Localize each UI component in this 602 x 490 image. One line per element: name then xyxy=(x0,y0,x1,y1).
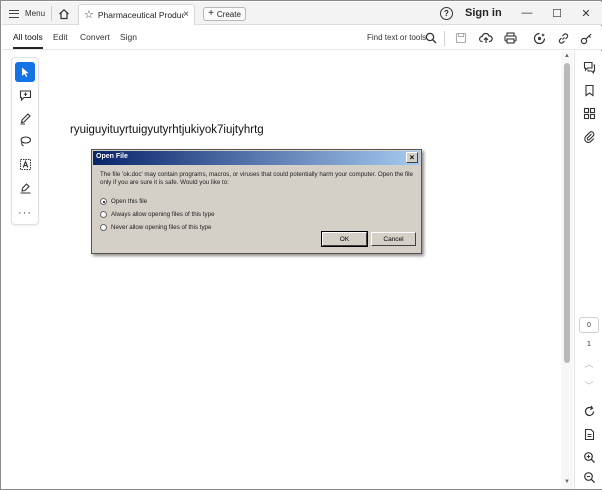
thumbnails-panel-icon[interactable] xyxy=(581,105,597,121)
find-tools-label[interactable]: Find text or tools xyxy=(367,33,426,42)
lasso-tool-button[interactable] xyxy=(15,131,35,151)
tab-all-tools[interactable]: All tools xyxy=(13,32,43,42)
link-icon[interactable] xyxy=(556,31,570,45)
menu-label: Menu xyxy=(25,9,46,18)
home-button[interactable] xyxy=(55,5,73,22)
minimize-button[interactable]: — xyxy=(518,5,536,21)
app-window: Menu ☆ Pharmaceutical Product... × + Cre… xyxy=(0,0,602,490)
rotate-icon[interactable] xyxy=(581,403,597,419)
text-box-tool-button[interactable] xyxy=(15,154,35,174)
comments-panel-icon[interactable] xyxy=(581,59,597,75)
radio-button[interactable] xyxy=(100,224,107,231)
title-bar: Menu ☆ Pharmaceutical Product... × + Cre… xyxy=(2,2,602,25)
tab-edit[interactable]: Edit xyxy=(53,32,68,42)
chevron-up-icon[interactable]: ︿ xyxy=(581,357,597,370)
save-icon[interactable] xyxy=(454,31,468,45)
dialog-title-bar[interactable]: Open File × xyxy=(93,151,420,165)
dialog-title: Open File xyxy=(96,153,128,160)
option-always-allow[interactable]: Always allow opening files of this type xyxy=(100,211,215,218)
tab-sign[interactable]: Sign xyxy=(120,32,137,42)
create-button[interactable]: + Create xyxy=(203,7,246,21)
key-icon[interactable] xyxy=(579,31,593,45)
pen-icon xyxy=(20,112,31,124)
dialog-close-button[interactable]: × xyxy=(406,152,418,163)
document-tab[interactable]: ☆ Pharmaceutical Product... × xyxy=(78,4,195,25)
maximize-button[interactable]: ☐ xyxy=(548,5,566,21)
draw-tool-button[interactable] xyxy=(15,108,35,128)
sign-pen-icon xyxy=(20,182,30,193)
lasso-icon xyxy=(20,135,31,146)
fill-sign-tool-button[interactable] xyxy=(15,177,35,197)
scroll-up-arrow-icon[interactable]: ▲ xyxy=(563,53,571,59)
tool-rail: ··· xyxy=(11,57,39,225)
option-label: Open this file xyxy=(111,198,148,205)
create-label: Create xyxy=(216,9,241,19)
zoom-out-icon[interactable] xyxy=(581,469,597,485)
ai-assistant-icon[interactable] xyxy=(532,31,546,45)
cancel-button[interactable]: Cancel xyxy=(371,232,416,246)
cursor-icon xyxy=(22,67,29,77)
radio-button[interactable] xyxy=(100,198,107,205)
option-label: Always allow opening files of this type xyxy=(111,211,215,218)
print-icon[interactable] xyxy=(503,31,517,45)
bookmark-panel-icon[interactable] xyxy=(581,82,597,98)
select-tool-button[interactable] xyxy=(15,62,35,82)
home-icon xyxy=(59,8,69,19)
sign-in-button[interactable]: Sign in xyxy=(465,7,502,19)
star-icon[interactable]: ☆ xyxy=(84,9,94,21)
chevron-down-icon[interactable]: ﹀ xyxy=(581,379,597,392)
dialog-message: The file 'ok.doc' may contain programs, … xyxy=(100,171,413,186)
active-tab-indicator xyxy=(13,47,43,49)
search-icon[interactable] xyxy=(424,31,438,45)
option-never-allow[interactable]: Never allow opening files of this type xyxy=(100,224,211,231)
tab-close-icon[interactable]: × xyxy=(183,9,189,20)
scrollbar-thumb[interactable] xyxy=(564,63,570,363)
tab-title: Pharmaceutical Product... xyxy=(97,10,184,20)
page-display-icon[interactable] xyxy=(581,426,597,442)
right-panel-rail: 0 1 ︿ ﹀ xyxy=(574,51,602,489)
help-icon[interactable]: ? xyxy=(440,7,453,20)
option-open-this-file[interactable]: Open this file xyxy=(100,198,147,205)
menu-bar: All tools Edit Convert Sign Find text or… xyxy=(2,26,602,50)
plus-icon: + xyxy=(208,8,214,19)
open-file-dialog: Open File × The file 'ok.doc' may contai… xyxy=(91,149,422,254)
close-window-button[interactable]: ✕ xyxy=(577,5,595,21)
add-comment-tool-button[interactable] xyxy=(15,85,35,105)
cloud-upload-icon[interactable] xyxy=(479,31,493,45)
divider xyxy=(444,31,445,46)
option-label: Never allow opening files of this type xyxy=(111,224,212,231)
tab-convert[interactable]: Convert xyxy=(80,32,110,42)
document-text: ryuiguyituyrtuigyutyrhtjukiyok7iujtyhrtg xyxy=(70,124,264,136)
text-box-icon xyxy=(19,158,31,170)
menu-button[interactable]: Menu xyxy=(9,5,45,22)
attachment-panel-icon[interactable] xyxy=(581,128,597,144)
divider xyxy=(51,6,52,21)
more-tools-button[interactable]: ··· xyxy=(15,203,35,223)
current-page-field[interactable]: 0 xyxy=(579,317,599,333)
total-pages: 1 xyxy=(586,339,592,348)
scroll-down-arrow-icon[interactable]: ▼ xyxy=(563,479,571,485)
radio-button[interactable] xyxy=(100,211,107,218)
vertical-scrollbar[interactable]: ▲ ▼ xyxy=(561,51,573,489)
zoom-in-icon[interactable] xyxy=(581,449,597,465)
ok-button[interactable]: OK xyxy=(321,231,368,247)
comment-plus-icon xyxy=(19,89,31,101)
hamburger-icon xyxy=(9,9,19,18)
